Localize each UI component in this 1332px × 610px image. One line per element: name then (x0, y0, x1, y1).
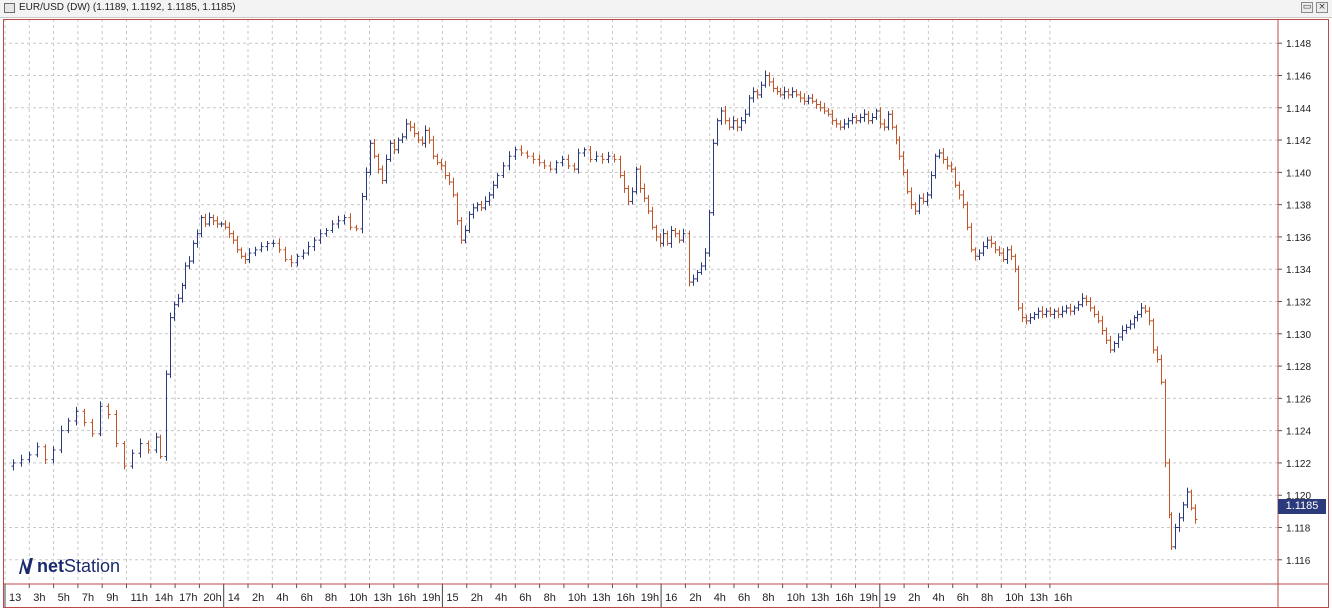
y-tick-label: 1.148 (1286, 39, 1311, 50)
close-window-button[interactable]: × (1316, 2, 1328, 13)
x-tick-label: 3h (33, 592, 45, 604)
x-tick-label: 10h (349, 592, 367, 604)
x-tick-label: 14h (155, 592, 173, 604)
x-tick-label: 16 (665, 592, 677, 604)
x-tick-label: 2h (252, 592, 264, 604)
y-tick-label: 1.134 (1286, 265, 1311, 276)
x-tick-label: 6h (519, 592, 531, 604)
x-tick-label: 4h (932, 592, 944, 604)
x-tick-label: 16h (1054, 592, 1072, 604)
x-tick-label: 13h (811, 592, 829, 604)
x-tick-label: 6h (957, 592, 969, 604)
netstation-logo-icon (19, 558, 33, 574)
y-tick-label: 1.116 (1286, 556, 1311, 567)
netstation-logo: net Station (18, 555, 120, 577)
x-tick-label: 6h (301, 592, 313, 604)
x-tick-label: 13h (1030, 592, 1048, 604)
x-tick-label: 8h (981, 592, 993, 604)
y-tick-label: 1.138 (1286, 201, 1311, 212)
x-tick-label: 10h (1005, 592, 1023, 604)
x-tick-label: 10h (787, 592, 805, 604)
x-tick-label: 16h (835, 592, 853, 604)
x-tick-label: 20h (203, 592, 221, 604)
x-tick-label: 9h (106, 592, 118, 604)
x-tick-label: 19 (884, 592, 896, 604)
x-tick-label: 6h (738, 592, 750, 604)
y-tick-label: 1.136 (1286, 233, 1311, 244)
x-tick-label: 15 (446, 592, 458, 604)
y-tick-label: 1.126 (1286, 394, 1311, 405)
x-tick-label: 7h (82, 592, 94, 604)
restore-window-button[interactable]: ▭ (1301, 2, 1313, 13)
y-tick-label: 1.144 (1286, 104, 1311, 115)
x-tick-label: 5h (58, 592, 70, 604)
y-tick-label: 1.146 (1286, 72, 1311, 83)
x-tick-label: 4h (714, 592, 726, 604)
y-tick-label: 1.128 (1286, 362, 1311, 373)
y-tick-label: 1.130 (1286, 330, 1311, 341)
y-tick-label: 1.142 (1286, 136, 1311, 147)
current-price-label: 1.1185 (1278, 499, 1326, 514)
x-tick-label: 19h (641, 592, 659, 604)
x-tick-label: 13h (592, 592, 610, 604)
chart-canvas[interactable]: 1.148 1.146 1.144 1.142 1.140 1.138 1.136 1.134… (3, 19, 1329, 608)
x-tick-label: 2h (471, 592, 483, 604)
x-tick-label: 19h (422, 592, 440, 604)
x-tick-label: 2h (689, 592, 701, 604)
x-tick-label: 8h (544, 592, 556, 604)
logo-text-net: net (37, 555, 64, 576)
x-tick-label: 4h (495, 592, 507, 604)
x-tick-label: 16h (398, 592, 416, 604)
x-tick-label: 13h (374, 592, 392, 604)
logo-text-station: Station (64, 555, 121, 576)
x-tick-label: 19h (860, 592, 878, 604)
x-tick-label: 8h (325, 592, 337, 604)
x-tick-label: 14 (228, 592, 240, 604)
x-tick-label: 2h (908, 592, 920, 604)
x-tick-label: 11h (131, 592, 149, 604)
y-tick-label: 1.124 (1286, 427, 1311, 438)
price-chart[interactable]: 1.148 1.146 1.144 1.142 1.140 1.138 1.136 1.134… (3, 19, 1329, 608)
x-tick-label: 4h (276, 592, 288, 604)
x-tick-label: 13 (9, 592, 21, 604)
chart-window-icon (4, 3, 15, 13)
y-tick-label: 1.122 (1286, 459, 1311, 470)
window-title: EUR/USD (DW) (1.1189, 1.1192, 1.1185, 1.… (19, 2, 236, 13)
y-tick-label: 1.132 (1286, 298, 1311, 309)
window-titlebar: EUR/USD (DW) (1.1189, 1.1192, 1.1185, 1.… (0, 0, 1332, 18)
y-tick-label: 1.118 (1286, 524, 1311, 535)
x-tick-label: 16h (617, 592, 635, 604)
x-tick-label: 8h (762, 592, 774, 604)
y-tick-label: 1.140 (1286, 168, 1311, 179)
x-tick-label: 17h (179, 592, 197, 604)
x-tick-label: 10h (568, 592, 586, 604)
